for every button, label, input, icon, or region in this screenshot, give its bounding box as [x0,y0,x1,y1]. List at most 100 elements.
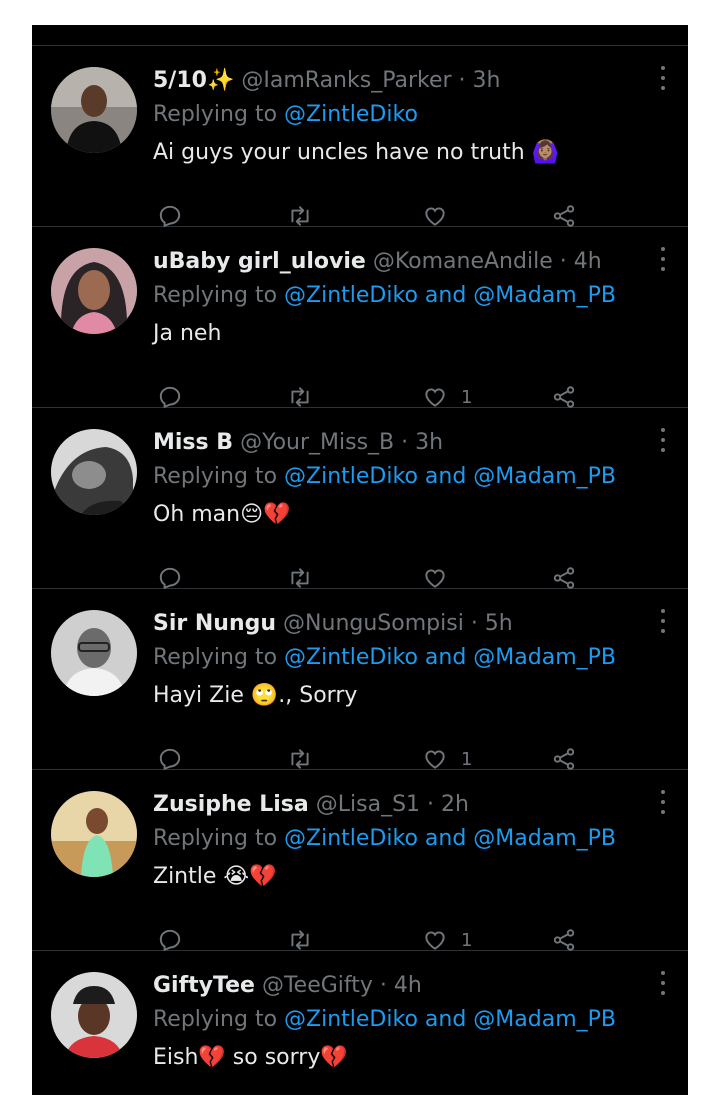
reply-tweet[interactable]: Miss B @Your_Miss_B · 3h Replying to @Zi… [32,408,688,592]
more-icon[interactable] [660,428,666,452]
mention-link[interactable]: @Madam_PB [473,464,616,489]
more-icon[interactable] [660,247,666,271]
user-handle[interactable]: @TeeGifty [262,973,373,998]
share-icon [553,929,575,951]
replying-to-label: Replying to [153,283,285,308]
reply-button[interactable] [157,564,183,592]
display-name[interactable]: 5/10✨ [153,68,234,93]
timestamp[interactable]: · 5h [471,611,513,636]
tweet-text: Oh man😔💔 [153,502,291,527]
share-button[interactable] [551,564,577,592]
reply-button[interactable] [157,383,183,411]
reply-tweet[interactable]: GiftyTee @TeeGifty · 4h Replying to @Zin… [32,951,688,1095]
replying-to-label: Replying to [153,1007,285,1032]
like-button[interactable]: 1 [421,383,472,411]
mention-link[interactable]: @Madam_PB [473,283,616,308]
timestamp[interactable]: · 4h [560,249,602,274]
like-count: 1 [461,929,473,951]
tweet-text: Zintle 😭💔 [153,864,277,889]
user-handle[interactable]: @IamRanks_Parker [241,68,451,93]
like-button[interactable] [421,564,461,592]
more-icon[interactable] [660,971,666,995]
reply-button[interactable] [157,202,183,230]
mention-link[interactable]: @ZintleDiko [284,102,418,127]
heart-icon [425,750,445,769]
reply-icon [159,386,181,409]
mention-link[interactable]: @Madam_PB [473,1007,616,1032]
avatar[interactable] [51,791,137,877]
mention-link[interactable]: @ZintleDiko [284,1007,418,1032]
avatar[interactable] [51,248,137,334]
more-icon[interactable] [660,790,666,814]
retweet-button[interactable] [286,202,314,230]
reply-tweet[interactable]: uBaby girl_ulovie @KomaneAndile · 4h Rep… [32,227,688,411]
retweet-button[interactable] [286,383,314,411]
share-icon [553,205,575,227]
retweet-icon [291,930,309,950]
tweet-header: 5/10✨ @IamRanks_Parker · 3h [153,65,638,97]
retweet-button[interactable] [286,745,314,773]
mention-link[interactable]: @ZintleDiko [284,826,418,851]
display-name[interactable]: GiftyTee [153,973,255,998]
timestamp[interactable]: · 4h [380,973,422,998]
mention-link[interactable]: @Madam_PB [473,645,616,670]
retweet-icon [291,749,309,769]
user-handle[interactable]: @Your_Miss_B [240,430,394,455]
mention-link[interactable]: @Madam_PB [473,826,616,851]
share-icon [553,386,575,408]
top-divider [32,25,688,46]
retweet-button[interactable] [286,926,314,954]
share-button[interactable] [551,383,577,411]
reply-icon [159,748,181,771]
avatar[interactable] [51,429,137,515]
like-count: 1 [461,748,473,770]
retweet-icon [291,387,309,407]
display-name[interactable]: Zusiphe Lisa [153,792,309,817]
timestamp[interactable]: · 3h [401,430,443,455]
replying-to-label: Replying to [153,464,285,489]
retweet-button[interactable] [286,564,314,592]
tweet-text: Hayi Zie 🙄., Sorry [153,683,358,708]
user-handle[interactable]: @NunguSompisi [283,611,464,636]
tweet-header: Zusiphe Lisa @Lisa_S1 · 2h [153,789,638,821]
timestamp[interactable]: · 3h [459,68,501,93]
more-icon[interactable] [660,66,666,90]
mention-link[interactable]: @ZintleDiko [284,464,418,489]
avatar[interactable] [51,67,137,153]
replying-to: Replying to @ZintleDiko and @Madam_PB [153,1002,638,1038]
reply-button[interactable] [157,926,183,954]
reply-icon [159,205,181,228]
replying-to-label: Replying to [153,102,285,127]
display-name[interactable]: uBaby girl_ulovie [153,249,366,274]
mention-link[interactable]: @ZintleDiko [284,645,418,670]
retweet-icon [291,206,309,226]
like-button[interactable]: 1 [421,926,472,954]
tweet-header: Sir Nungu @NunguSompisi · 5h [153,608,638,640]
heart-icon [425,388,445,407]
timestamp[interactable]: · 2h [427,792,469,817]
mention-link[interactable]: @ZintleDiko [284,283,418,308]
like-button[interactable] [421,202,461,230]
share-button[interactable] [551,926,577,954]
user-handle[interactable]: @Lisa_S1 [316,792,420,817]
reply-tweet[interactable]: Zusiphe Lisa @Lisa_S1 · 2h Replying to @… [32,770,688,954]
mention-and: and [417,464,474,489]
reply-tweet[interactable]: Sir Nungu @NunguSompisi · 5h Replying to… [32,589,688,773]
user-handle[interactable]: @KomaneAndile [373,249,553,274]
heart-icon [425,569,445,588]
share-button[interactable] [551,745,577,773]
reply-tweet[interactable]: 5/10✨ @IamRanks_Parker · 3h Replying to … [32,46,688,230]
tweet-text: Ja neh [153,321,222,346]
display-name[interactable]: Sir Nungu [153,611,276,636]
more-icon[interactable] [660,609,666,633]
replying-to-label: Replying to [153,645,285,670]
reply-button[interactable] [157,745,183,773]
avatar[interactable] [51,972,137,1058]
like-button[interactable]: 1 [421,745,472,773]
mention-and: and [417,826,474,851]
share-icon [553,567,575,589]
retweet-icon [291,568,309,588]
display-name[interactable]: Miss B [153,430,233,455]
avatar[interactable] [51,610,137,696]
share-button[interactable] [551,202,577,230]
